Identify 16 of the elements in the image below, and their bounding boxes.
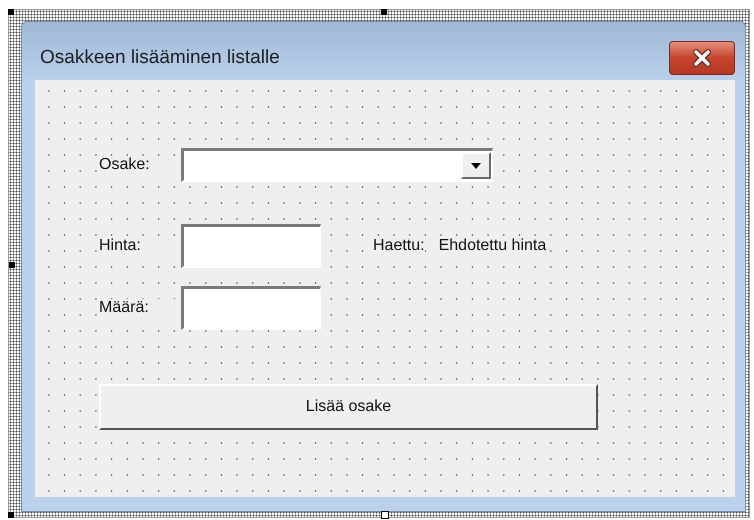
resize-handle[interactable] xyxy=(8,9,14,15)
window-title: Osakkeen lisääminen listalle xyxy=(40,47,280,69)
caret-icon xyxy=(471,162,481,168)
text-field[interactable] xyxy=(181,286,321,330)
caption-label: Haettu: xyxy=(373,237,425,255)
close-icon xyxy=(691,49,713,67)
resize-handle[interactable] xyxy=(8,512,14,518)
combo-box[interactable] xyxy=(181,148,493,182)
resize-handle[interactable] xyxy=(9,262,15,268)
close-button[interactable] xyxy=(669,41,735,75)
resize-handle[interactable] xyxy=(381,9,387,15)
add-stock-button[interactable]: Lisää osake xyxy=(99,384,598,430)
text-field[interactable] xyxy=(181,224,321,268)
resize-handle[interactable] xyxy=(381,511,389,519)
dropdown-button[interactable] xyxy=(461,152,491,179)
suggested-price-label: Ehdotettu hinta xyxy=(438,237,546,255)
